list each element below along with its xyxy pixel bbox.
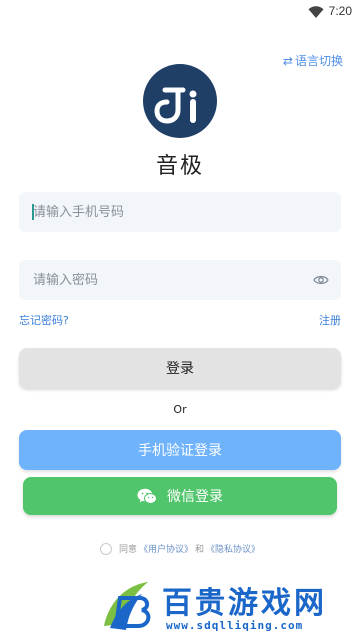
- or-separator: Or: [173, 403, 187, 416]
- phone-login-label: 手机验证登录: [138, 443, 222, 459]
- eye-icon[interactable]: [313, 273, 329, 287]
- wechat-login-button[interactable]: 微信登录: [23, 477, 337, 515]
- app-logo-icon: [143, 64, 217, 138]
- wifi-icon: [308, 6, 324, 18]
- password-input[interactable]: [19, 260, 341, 300]
- user-agreement-link[interactable]: 《用户协议》: [139, 542, 193, 555]
- language-switch-button[interactable]: ⇄ 语言切换: [283, 52, 343, 69]
- watermark: 百贵游戏网 www.sdqlliqing.com: [96, 576, 360, 640]
- wechat-login-label: 微信登录: [167, 489, 223, 505]
- agreement-checkbox[interactable]: [99, 542, 112, 555]
- text-cursor: [32, 204, 34, 220]
- watermark-url: www.sdqlliqing.com: [166, 619, 304, 632]
- app-name: 音极: [155, 154, 204, 179]
- status-time: 7:20: [328, 4, 352, 18]
- agree-text: 同意: [118, 545, 137, 555]
- login-button[interactable]: 登录: [19, 348, 341, 388]
- phone-input[interactable]: [19, 192, 341, 232]
- wechat-icon: [137, 488, 157, 504]
- status-bar: 7:20: [0, 0, 360, 24]
- register-link[interactable]: 注册: [319, 312, 341, 328]
- phone-field[interactable]: [19, 192, 341, 232]
- swap-icon: ⇄: [282, 53, 293, 68]
- privacy-agreement-link[interactable]: 《隐私协议》: [206, 542, 260, 555]
- watermark-title: 百贵游戏网: [162, 586, 327, 621]
- login-button-label: 登录: [166, 361, 194, 377]
- language-switch-label: 语言切换: [294, 54, 343, 68]
- and-text: 和: [195, 545, 205, 555]
- phone-login-button[interactable]: 手机验证登录: [19, 430, 341, 470]
- agreement-row: 同意 《用户协议》 和 《隐私协议》: [0, 542, 360, 555]
- watermark-logo-icon: [104, 582, 151, 630]
- password-field[interactable]: [19, 260, 341, 300]
- forgot-password-link[interactable]: 忘记密码?: [19, 312, 69, 328]
